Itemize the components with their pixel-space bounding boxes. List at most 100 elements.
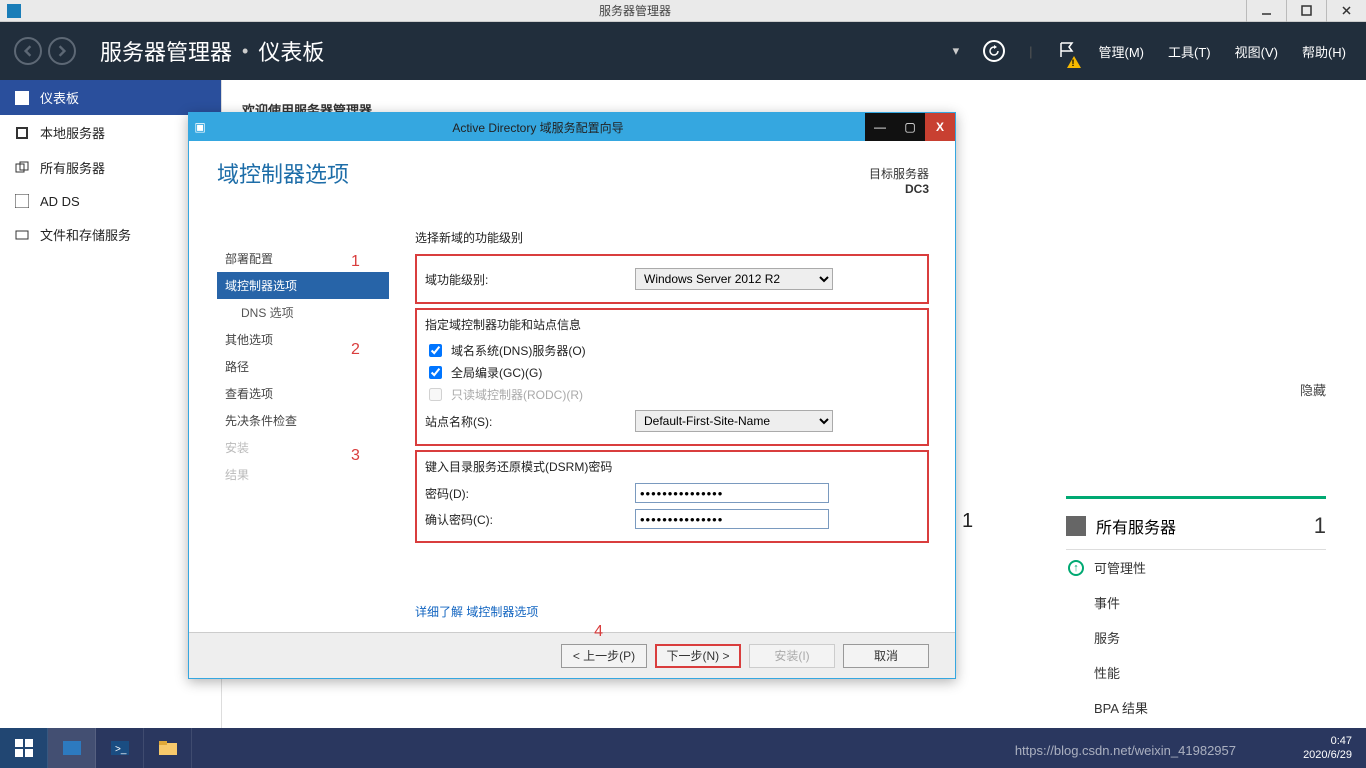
page-title: 仪表板 (258, 35, 324, 67)
watermark-text: https://blog.csdn.net/weixin_41982957 (1015, 743, 1236, 758)
taskbar: >_ https://blog.csdn.net/weixin_41982957… (0, 728, 1366, 768)
pwd-label: 密码(D): (425, 485, 635, 502)
annotation-4: 4 (594, 623, 603, 641)
dns-checkbox[interactable] (429, 344, 442, 357)
adds-icon (14, 193, 30, 209)
nav-back-button[interactable] (14, 37, 42, 65)
menu-tools[interactable]: 工具(T) (1168, 42, 1211, 61)
tile-count: 1 (1314, 513, 1326, 539)
annotation-2: 2 (351, 341, 360, 359)
wizard-nav-dns[interactable]: DNS 选项 (217, 299, 389, 326)
wizard-close-button[interactable]: X (925, 113, 955, 141)
wizard-nav: 部署配置 域控制器选项 DNS 选项 其他选项 路径 查看选项 先决条件检查 安… (189, 141, 389, 632)
wizard-nav-other[interactable]: 其他选项 (217, 326, 389, 353)
tile-all-servers: 所有服务器 1 ↑可管理性 事件 服务 性能 BPA 结果 (1066, 496, 1326, 725)
tile-row-manageability[interactable]: ↑可管理性 (1066, 550, 1326, 585)
warning-badge-icon (1067, 56, 1081, 68)
menu-view[interactable]: 视图(V) (1235, 42, 1278, 61)
site-select[interactable]: Default-First-Site-Name (635, 410, 833, 432)
password-confirm-input[interactable] (635, 509, 829, 529)
taskbar-explorer[interactable] (144, 728, 192, 768)
tile-row-performance[interactable]: 性能 (1066, 655, 1326, 690)
sidebar-item-dashboard[interactable]: 仪表板 (0, 80, 221, 115)
breadcrumb: 服务器管理器 • 仪表板 (100, 35, 324, 67)
clock-time: 0:47 (1303, 734, 1352, 748)
annotation-3: 3 (351, 447, 360, 465)
start-button[interactable] (0, 728, 48, 768)
rodc-label: 只读域控制器(RODC)(R) (451, 386, 583, 403)
annotation-box-3: 键入目录服务还原模式(DSRM)密码 密码(D): 确认密码(C): (415, 450, 929, 543)
header-dropdown-icon[interactable]: ▾ (953, 43, 960, 59)
wizard-dialog: ▣ Active Directory 域服务配置向导 — ▢ X 域控制器选项 … (188, 112, 956, 679)
annotation-box-2: 指定域控制器功能和站点信息 域名系统(DNS)服务器(O) 全局编录(GC)(G… (415, 308, 929, 446)
tile-title: 所有服务器 (1096, 514, 1176, 538)
prev-button[interactable]: < 上一步(P) (561, 644, 647, 668)
clock-date: 2020/6/29 (1303, 748, 1352, 762)
status-ok-icon: ↑ (1068, 560, 1084, 576)
next-button[interactable]: 下一步(N) > (655, 644, 741, 668)
svg-text:>_: >_ (115, 744, 127, 755)
annotation-box-1: 域功能级别: Windows Server 2012 R2 (415, 254, 929, 304)
sidebar-item-label: 本地服务器 (40, 123, 105, 142)
servers-icon (14, 160, 30, 176)
nav-forward-button[interactable] (48, 37, 76, 65)
wizard-nav-deploy[interactable]: 部署配置 (217, 245, 389, 272)
breadcrumb-sep: • (242, 41, 248, 62)
tile-behind-count: 1 (962, 510, 973, 533)
wizard-title-text: Active Directory 域服务配置向导 (211, 119, 865, 136)
sidebar-item-label: AD DS (40, 194, 80, 209)
section2-title: 指定域控制器功能和站点信息 (425, 316, 919, 333)
rodc-checkbox (429, 388, 442, 401)
os-title-text: 服务器管理器 (24, 2, 1246, 19)
os-titlebar: 服务器管理器 (0, 0, 1366, 22)
taskbar-clock[interactable]: 0:47 2020/6/29 (1303, 734, 1366, 762)
learn-more-link[interactable]: 详细了解 域控制器选项 (415, 603, 538, 620)
site-label: 站点名称(S): (425, 413, 635, 430)
tile-row-bpa[interactable]: BPA 结果 (1066, 690, 1326, 725)
wizard-main: 选择新域的功能级别 域功能级别: Windows Server 2012 R2 … (389, 141, 955, 632)
wizard-nav-prereq[interactable]: 先决条件检查 (217, 407, 389, 434)
hide-link[interactable]: 隐藏 (1300, 380, 1326, 399)
server-icon (14, 125, 30, 141)
taskbar-server-manager[interactable] (48, 728, 96, 768)
tile-row-services[interactable]: 服务 (1066, 620, 1326, 655)
app-header: 服务器管理器 • 仪表板 ▾ | 管理(M) 工具(T) 视图(V) 帮助(H) (0, 22, 1366, 80)
wizard-buttons: 4 < 上一步(P) 下一步(N) > 安装(I) 取消 (189, 632, 955, 678)
notifications-flag-icon[interactable] (1057, 41, 1075, 62)
app-name: 服务器管理器 (100, 35, 232, 67)
gc-label: 全局编录(GC)(G) (451, 364, 542, 381)
domain-func-select[interactable]: Windows Server 2012 R2 (635, 268, 833, 290)
wizard-nav-dc-options[interactable]: 域控制器选项 (217, 272, 389, 299)
wizard-nav-paths[interactable]: 路径 (217, 353, 389, 380)
minimize-button[interactable] (1246, 0, 1286, 22)
header-sep: | (1029, 44, 1032, 59)
refresh-button[interactable] (983, 40, 1005, 62)
wizard-icon: ▣ (189, 120, 211, 134)
section3-title: 键入目录服务还原模式(DSRM)密码 (425, 458, 919, 475)
pwd-confirm-label: 确认密码(C): (425, 511, 635, 528)
wizard-nav-results: 结果 (217, 461, 389, 488)
section1-title: 选择新域的功能级别 (415, 229, 929, 246)
sidebar-item-label: 文件和存储服务 (40, 225, 131, 244)
wizard-maximize-button[interactable]: ▢ (895, 113, 925, 141)
servers-tile-icon (1066, 516, 1086, 536)
close-button[interactable] (1326, 0, 1366, 22)
install-button: 安装(I) (749, 644, 835, 668)
taskbar-powershell[interactable]: >_ (96, 728, 144, 768)
password-input[interactable] (635, 483, 829, 503)
wizard-nav-review[interactable]: 查看选项 (217, 380, 389, 407)
tile-row-events[interactable]: 事件 (1066, 585, 1326, 620)
domain-func-label: 域功能级别: (425, 271, 635, 288)
dns-label: 域名系统(DNS)服务器(O) (451, 342, 586, 359)
storage-icon (14, 227, 30, 243)
wizard-minimize-button[interactable]: — (865, 113, 895, 141)
menu-manage[interactable]: 管理(M) (1099, 42, 1145, 61)
sidebar-item-label: 所有服务器 (40, 158, 105, 177)
gc-checkbox[interactable] (429, 366, 442, 379)
annotation-1: 1 (351, 253, 360, 271)
menu-help[interactable]: 帮助(H) (1302, 42, 1346, 61)
app-icon (4, 1, 24, 21)
sidebar-item-label: 仪表板 (40, 88, 79, 107)
cancel-button[interactable]: 取消 (843, 644, 929, 668)
maximize-button[interactable] (1286, 0, 1326, 22)
